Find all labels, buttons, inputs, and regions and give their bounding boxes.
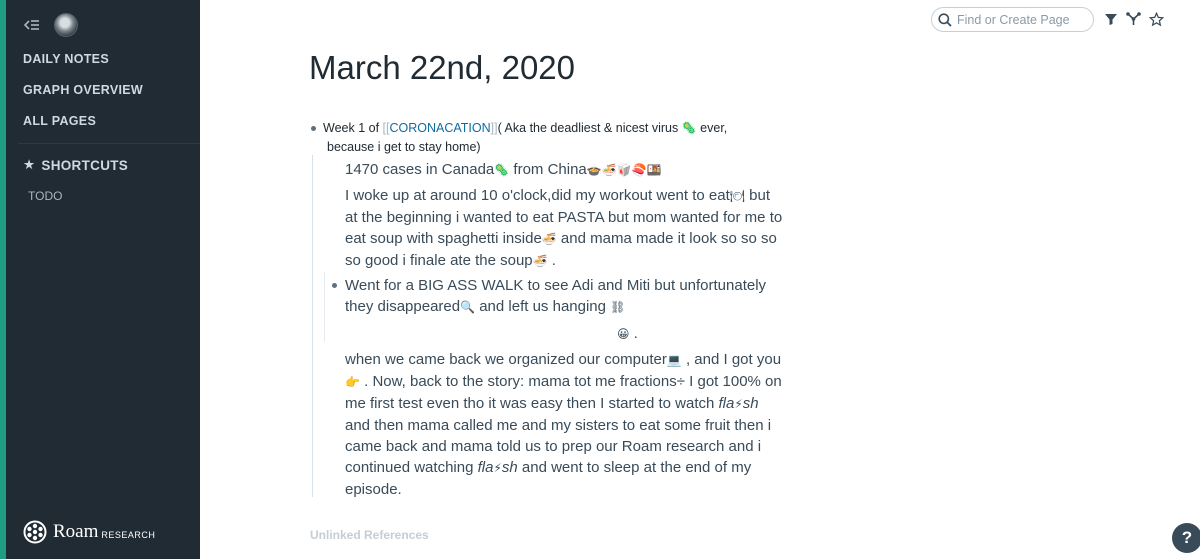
shortcuts-header-label: SHORTCUTS: [41, 157, 129, 173]
collapse-sidebar-icon[interactable]: [24, 17, 40, 33]
roam-logo: Roam RESEARCH: [23, 520, 155, 544]
sidebar-item-graph-overview[interactable]: GRAPH OVERVIEW: [23, 83, 143, 97]
week-line2: because i get to stay home): [327, 140, 481, 154]
virus-icon: 🦠: [494, 163, 510, 177]
star-icon: ★: [23, 157, 36, 172]
week-rest: ( Aka the deadliest & nicest virus: [497, 121, 679, 135]
shortcut-item-todo[interactable]: TODO: [28, 189, 62, 203]
children-thread-line: [324, 272, 325, 342]
block-came-back[interactable]: when we came back we organized our compu…: [345, 349, 785, 500]
cases-text: 1470 cases in Canada: [345, 161, 495, 178]
shortcuts-header: ★ SHORTCUTS: [23, 157, 128, 173]
smile-icon: 😀: [617, 327, 630, 341]
lightning-icon: ⚡: [734, 397, 743, 411]
page-title[interactable]: March 22nd, 2020: [309, 49, 575, 87]
soup-icon: 🍜: [532, 254, 548, 268]
walk-text-b: and left us hanging: [475, 298, 611, 315]
pointing-hand-icon: 👉: [345, 375, 360, 389]
sidebar-top: [24, 13, 78, 37]
sidebar-divider: [18, 143, 200, 144]
flash-part-1: fla: [718, 395, 735, 412]
graph-branch-icon[interactable]: [1125, 11, 1141, 27]
search-icon: [938, 12, 952, 27]
search-input[interactable]: [957, 12, 1082, 27]
graph-avatar[interactable]: [54, 13, 78, 37]
chains-icon: ⛓: [610, 300, 626, 314]
children-thread-line: [312, 155, 313, 497]
sidebar-accent-stripe: [0, 0, 6, 559]
walk-smile-tail: .: [629, 325, 638, 342]
flash-part-2: sh: [501, 459, 518, 476]
block-bullet[interactable]: [332, 283, 337, 288]
woke-text-a: I woke up at around 10 o'clock,did my wo…: [345, 187, 730, 204]
block-woke-up[interactable]: I woke up at around 10 o'clock,did my wo…: [345, 185, 785, 272]
unlinked-references-header[interactable]: Unlinked References: [310, 528, 429, 542]
virus-icon: 🦠: [681, 121, 697, 135]
cases-text-b: from China: [509, 161, 587, 178]
help-button[interactable]: ?: [1172, 523, 1200, 553]
star-icon[interactable]: [1148, 11, 1164, 27]
brand-name: Roam: [53, 521, 99, 542]
magnifier-icon: 🔍: [460, 300, 476, 314]
block-bullet[interactable]: [311, 126, 316, 131]
flash-title: fla⚡sh: [478, 459, 518, 476]
food-icons: 🍲🍜🥡🍣🍱: [586, 163, 662, 177]
back-text-b: , and I got you: [681, 351, 782, 368]
page-link-coronacation[interactable]: CORONACATION: [389, 121, 490, 135]
walk-smile-line: 😀 .: [345, 323, 785, 345]
soup-icon: 🍜: [541, 232, 557, 246]
block-week-1[interactable]: Week 1 of [[CORONACATION]]( Aka the dead…: [323, 119, 743, 157]
flash-part-2: sh: [742, 395, 759, 412]
back-text-a: when we came back we organized our compu…: [345, 351, 667, 368]
flash-title: fla⚡sh: [719, 395, 759, 412]
left-sidebar: DAILY NOTES GRAPH OVERVIEW ALL PAGES ★ S…: [0, 0, 200, 559]
sidebar-item-all-pages[interactable]: ALL PAGES: [23, 114, 96, 128]
filter-icon[interactable]: [1103, 11, 1119, 27]
search-bar[interactable]: [931, 7, 1094, 32]
block-cases[interactable]: 1470 cases in Canada🦠 from China🍲🍜🥡🍣🍱: [345, 159, 785, 181]
sidebar-item-daily-notes[interactable]: DAILY NOTES: [23, 52, 109, 66]
division-icon: ÷: [676, 373, 685, 390]
block-walk[interactable]: Went for a BIG ASS WALK to see Adi and M…: [345, 275, 785, 345]
roam-logo-icon: [23, 520, 47, 544]
link-bracket-close: ]]: [490, 121, 498, 135]
laptop-icon: 💻: [666, 353, 682, 367]
flash-part-1: fla: [477, 459, 494, 476]
woke-text-d: .: [547, 252, 556, 269]
back-text-c: . Now, back to the story: mama tot me fr…: [359, 373, 677, 390]
week-prefix: Week 1 of: [323, 121, 383, 135]
lightning-icon: ⚡: [493, 461, 502, 475]
week-tail: ever,: [696, 121, 728, 135]
brand-sub: RESEARCH: [101, 530, 156, 540]
plate-icon: 🍽: [729, 189, 745, 203]
